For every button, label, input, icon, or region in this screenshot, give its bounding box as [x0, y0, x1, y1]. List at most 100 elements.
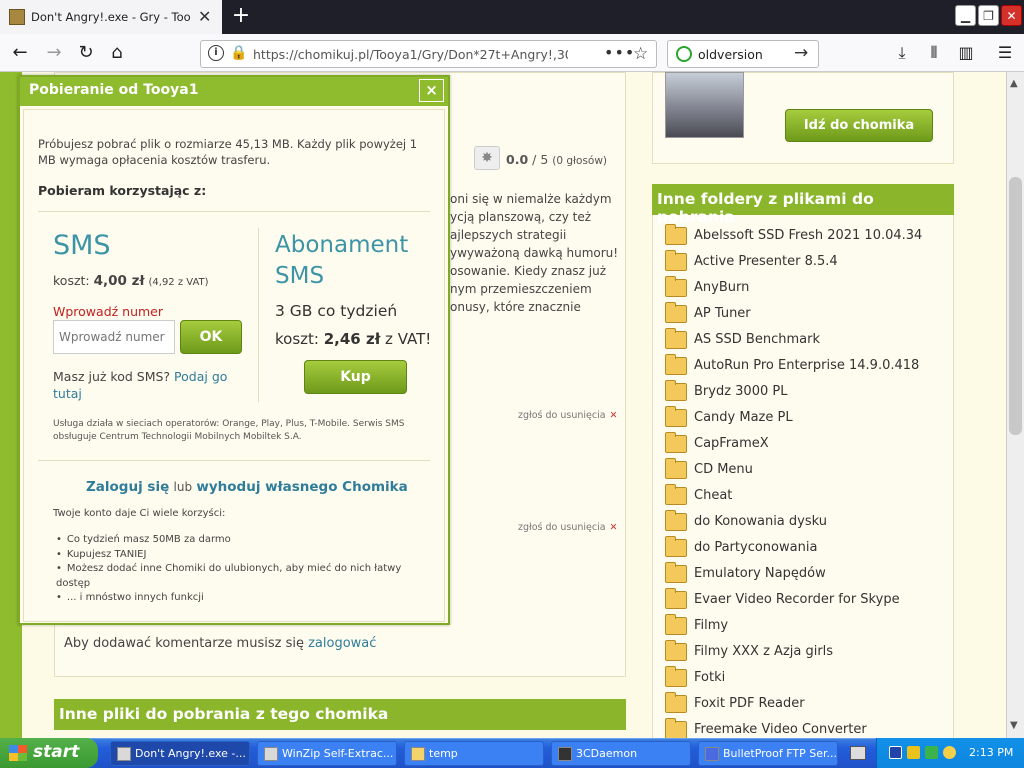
url-text[interactable]: https://chomikuj.pl/Tooya1/Gry/Don*27t+A… [253, 47, 568, 62]
taskbar-item[interactable]: WinZip Self-Extrac... [257, 741, 397, 766]
search-bar[interactable]: oldversion → [667, 40, 819, 68]
folder-label[interactable]: Evaer Video Recorder for Skype [694, 592, 900, 607]
keyboard-icon[interactable] [850, 746, 866, 760]
folder-label[interactable]: Candy Maze PL [694, 410, 793, 425]
folder-label[interactable]: Brydz 3000 PL [694, 384, 787, 399]
folder-item[interactable]: Filmy XXX z Azja girls [665, 640, 955, 666]
folder-item[interactable]: CD Menu [665, 458, 955, 484]
go-to-chomik-button[interactable]: Idź do chomika [785, 109, 933, 142]
new-tab-icon[interactable]: + [229, 3, 253, 29]
folder-item[interactable]: Evaer Video Recorder for Skype [665, 588, 955, 614]
report-link[interactable]: zgłoś do usunięcia ✕ [518, 522, 618, 533]
folder-label[interactable]: Cheat [694, 488, 732, 503]
menu-icon[interactable]: ☰ [994, 42, 1016, 64]
folder-item[interactable]: Cheat [665, 484, 955, 510]
start-button[interactable]: start [0, 738, 98, 768]
folder-item[interactable]: Filmy [665, 614, 955, 640]
folder-item[interactable]: Abelssoft SSD Fresh 2021 10.04.34 [665, 224, 955, 250]
folder-item[interactable]: Emulatory Napędów [665, 562, 955, 588]
scroll-thumb[interactable] [1009, 177, 1022, 435]
folder-label[interactable]: AS SSD Benchmark [694, 332, 820, 347]
folder-item[interactable]: AP Tuner [665, 302, 955, 328]
folder-item[interactable]: Active Presenter 8.5.4 [665, 250, 955, 276]
page-actions-icon[interactable]: ••• [604, 43, 635, 62]
folder-label[interactable]: Fotki [694, 670, 725, 685]
bookmark-star-icon[interactable]: ☆ [633, 44, 648, 64]
folder-item[interactable]: Candy Maze PL [665, 406, 955, 432]
search-go-icon[interactable]: → [794, 43, 808, 63]
info-icon[interactable]: i [208, 45, 224, 61]
folder-label[interactable]: Filmy XXX z Azja girls [694, 644, 833, 659]
restore-icon[interactable]: ❐ [978, 5, 999, 26]
library-icon[interactable]: ⫴ [923, 42, 945, 64]
folder-label[interactable]: Active Presenter 8.5.4 [694, 254, 838, 269]
subscription-cost-label: koszt: [275, 330, 319, 348]
folder-label[interactable]: AutoRun Pro Enterprise 14.9.0.418 [694, 358, 919, 373]
forward-icon[interactable]: → [42, 42, 66, 64]
modal-title: Pobieranie od Tooya1 [20, 77, 448, 106]
taskbar-item[interactable]: Don't Angry!.exe -... [110, 741, 250, 766]
taskbar-item[interactable]: 3CDaemon [551, 741, 691, 766]
folder-item[interactable]: do Partyconowania [665, 536, 955, 562]
subscription-cost-suffix: z VAT! [385, 330, 432, 348]
report-close-icon[interactable]: ✕ [610, 410, 618, 421]
login-link[interactable]: Zaloguj się [86, 479, 169, 495]
folder-label[interactable]: Filmy [694, 618, 728, 633]
home-icon[interactable]: ⌂ [105, 42, 129, 64]
folder-label[interactable]: do Konowania dysku [694, 514, 827, 529]
folder-label[interactable]: Foxit PDF Reader [694, 696, 805, 711]
taskbar-item[interactable]: BulletProof FTP Ser... [698, 741, 838, 766]
folder-label[interactable]: AnyBurn [694, 280, 749, 295]
folder-label[interactable]: do Partyconowania [694, 540, 817, 555]
buy-button[interactable]: Kup [304, 360, 407, 394]
login-link[interactable]: zalogować [308, 636, 376, 651]
folder-icon [665, 718, 687, 739]
folder-item[interactable]: AutoRun Pro Enterprise 14.9.0.418 [665, 354, 955, 380]
minimize-icon[interactable]: ▁ [955, 5, 976, 26]
scroll-up-icon[interactable]: ▲ [1010, 78, 1018, 89]
downloads-icon[interactable]: ⤓ [891, 42, 913, 64]
shield-icon[interactable] [907, 746, 920, 759]
sms-cost-vat: (4,92 z VAT) [148, 277, 209, 288]
folder-label[interactable]: CD Menu [694, 462, 753, 477]
tab-active[interactable]: Don't Angry!.exe - Gry - Tooya1 - ✕ [0, 0, 222, 34]
tray-app-icon[interactable] [925, 746, 938, 759]
folder-label[interactable]: Emulatory Napędów [694, 566, 826, 581]
network-icon[interactable] [889, 746, 902, 759]
search-tray-icon[interactable] [943, 746, 956, 759]
report-link[interactable]: zgłoś do usunięcia ✕ [518, 410, 618, 421]
subscription-cost-value: 2,46 zł [323, 330, 381, 348]
rating-star-icon[interactable]: ✸ [474, 146, 500, 170]
folder-label[interactable]: AP Tuner [694, 306, 751, 321]
folder-icon [665, 484, 687, 505]
folder-item[interactable]: do Konowania dysku [665, 510, 955, 536]
register-link[interactable]: wyhoduj własnego Chomika [196, 479, 407, 495]
folder-label[interactable]: Freemake Video Converter [694, 722, 867, 737]
folder-item[interactable]: AnyBurn [665, 276, 955, 302]
ok-button[interactable]: OK [180, 320, 242, 354]
folder-item[interactable]: Fotki [665, 666, 955, 692]
search-engine-icon[interactable] [676, 46, 692, 62]
folder-label[interactable]: Abelssoft SSD Fresh 2021 10.04.34 [694, 228, 922, 243]
avatar[interactable] [665, 72, 744, 138]
reload-icon[interactable]: ↻ [74, 42, 98, 64]
report-close-icon[interactable]: ✕ [610, 522, 618, 533]
folder-item[interactable]: CapFrameX [665, 432, 955, 458]
sms-cost: koszt: 4,00 zł (4,92 z VAT) [53, 273, 209, 289]
modal-close-button[interactable]: × [419, 79, 444, 102]
taskbar-item[interactable]: temp [404, 741, 544, 766]
folder-icon [665, 276, 687, 297]
tab-close-icon[interactable]: ✕ [198, 7, 211, 26]
scrollbar[interactable]: ▲ ▼ [1006, 72, 1024, 738]
folder-item[interactable]: Foxit PDF Reader [665, 692, 955, 718]
scroll-down-icon[interactable]: ▼ [1010, 720, 1018, 731]
sidebar-icon[interactable]: ▥ [955, 42, 977, 64]
phone-number-input[interactable] [53, 320, 175, 354]
back-icon[interactable]: ← [8, 42, 32, 64]
window-close-icon[interactable]: ✕ [1001, 5, 1022, 26]
folder-label[interactable]: CapFrameX [694, 436, 769, 451]
folder-item[interactable]: Brydz 3000 PL [665, 380, 955, 406]
url-bar[interactable]: i 🔒 https://chomikuj.pl/Tooya1/Gry/Don*2… [200, 40, 657, 68]
folder-item[interactable]: AS SSD Benchmark [665, 328, 955, 354]
search-input[interactable]: oldversion [698, 47, 763, 62]
